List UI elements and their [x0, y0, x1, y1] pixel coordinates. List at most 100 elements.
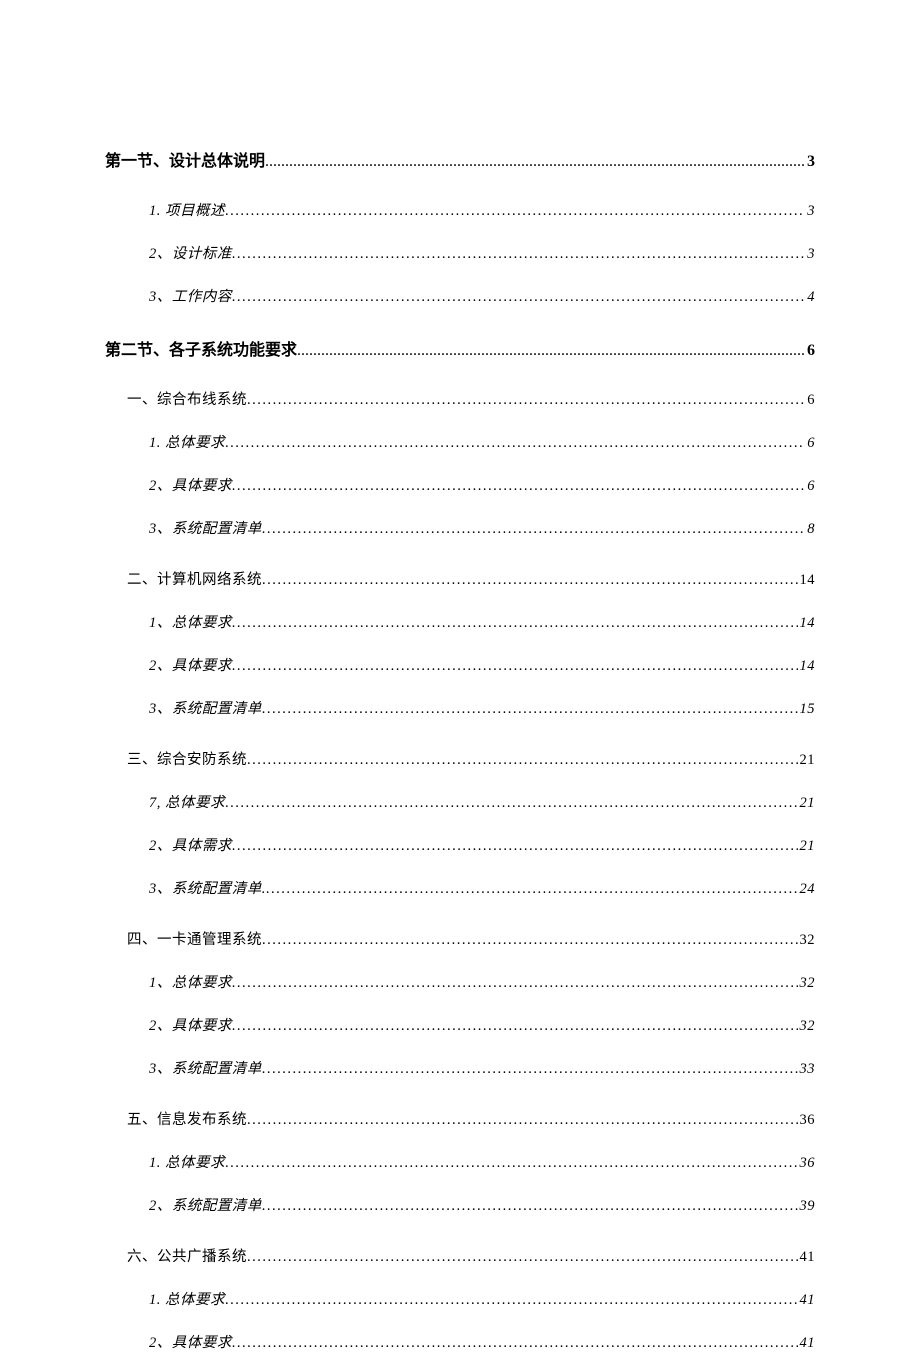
toc-dot-leader	[232, 975, 798, 992]
toc-dot-leader	[247, 752, 798, 769]
toc-entry-page: 3	[805, 153, 815, 171]
toc-entry-label: 3、工作内容	[149, 285, 232, 306]
toc-dot-leader	[232, 246, 806, 263]
toc-entry: 五、信息发布系统 36	[105, 1108, 815, 1129]
toc-dot-leader	[247, 1249, 798, 1266]
toc-entry-label: 2、具体要求	[149, 654, 232, 675]
toc-dot-leader	[262, 932, 798, 949]
toc-entry-label: 2、具体要求	[149, 1331, 232, 1352]
toc-entry-page: 21	[798, 838, 816, 855]
toc-entry-page: 32	[798, 1018, 816, 1035]
toc-entry-page: 3	[805, 203, 815, 220]
toc-entry-page: 32	[798, 975, 816, 992]
toc-entry-label: 7, 总体要求	[149, 791, 225, 812]
toc-entry-label: 2、系统配置清单	[149, 1194, 262, 1215]
toc-entry-label: 1、总体要求	[149, 611, 232, 632]
toc-dot-leader	[232, 1018, 798, 1035]
toc-entry-page: 36	[798, 1155, 816, 1172]
toc-entry-page: 6	[805, 392, 815, 409]
toc-entry: 一、综合布线系统 6	[105, 388, 815, 409]
toc-dot-leader	[247, 1112, 798, 1129]
toc-entry-page: 21	[798, 795, 816, 812]
toc-entry: 2、具体需求 21	[105, 834, 815, 855]
toc-entry-page: 39	[798, 1198, 816, 1215]
toc-entry-label: 2、设计标准	[149, 242, 232, 263]
toc-dot-leader	[232, 1335, 798, 1352]
toc-entry: 1. 项目概述 3	[105, 199, 815, 220]
toc-entry: 二、计算机网络系统 14	[105, 568, 815, 589]
toc-entry-label: 1. 总体要求	[149, 1151, 225, 1172]
toc-dot-leader	[232, 478, 806, 495]
toc-entry: 3、系统配置清单. 24	[105, 877, 815, 898]
toc-entry-page: 24	[798, 881, 816, 898]
toc-entry-page: 6	[805, 435, 815, 452]
toc-entry-label: 2、具体需求	[149, 834, 232, 855]
toc-entry-label: 1、总体要求	[149, 971, 232, 992]
toc-dot-leader	[225, 795, 798, 812]
toc-entry: 1、总体要求 32	[105, 971, 815, 992]
toc-entry-page: 4	[805, 289, 815, 306]
toc-entry-label: 3、系统配置清单	[149, 697, 262, 718]
toc-entry-page: 14	[798, 615, 816, 632]
toc-entry-label: 第一节、设计总体说明	[105, 147, 265, 171]
toc-entry-page: 15	[798, 701, 816, 718]
toc-entry-label: 3、系统配置清单	[149, 517, 262, 538]
toc-dot-leader	[262, 572, 798, 589]
toc-entry: 3、系统配置清单 8	[105, 517, 815, 538]
toc-entry-label: 3、系统配置清单.	[149, 877, 266, 898]
toc-entry: 三、综合安防系统 21	[105, 748, 815, 769]
toc-entry-label: 1. 项目概述	[149, 199, 225, 220]
toc-dot-leader	[247, 392, 805, 409]
toc-entry-page: 6	[805, 342, 815, 360]
toc-entry: 1. 总体要求41	[105, 1288, 815, 1309]
toc-entry: 2、设计标准 3	[105, 242, 815, 263]
toc-entry: 1. 总体要求 36	[105, 1151, 815, 1172]
toc-entry-page: 36	[798, 1112, 816, 1129]
toc-entry: 1、总体要求 14	[105, 611, 815, 632]
toc-dot-leader	[225, 203, 805, 220]
toc-dot-leader	[232, 838, 798, 855]
toc-entry-label: 一、综合布线系统	[127, 388, 247, 409]
toc-entry-page: 8	[805, 521, 815, 538]
toc-entry-label: 3、系统配置清单	[149, 1057, 262, 1078]
toc-entry: 1. 总体要求 6	[105, 431, 815, 452]
toc-entry-label: 1. 总体要求	[149, 1288, 225, 1309]
toc-page: { "toc": [ { "level": 1, "label": "第一节、设…	[0, 0, 920, 1301]
toc-entry-page: 41	[798, 1249, 816, 1266]
toc-entry-label: 四、一卡通管理系统	[127, 928, 262, 949]
toc-dot-leader	[232, 658, 798, 675]
toc-entry: 四、一卡通管理系统 32	[105, 928, 815, 949]
toc-entry: 六、公共广播系统 41	[105, 1245, 815, 1266]
toc-entry-page: 33	[798, 1061, 816, 1078]
toc-dot-leader	[232, 615, 798, 632]
toc-dot-leader	[262, 521, 806, 538]
toc-entry: 2、具体要求32	[105, 1014, 815, 1035]
toc-entry: 第二节、各子系统功能要求 6	[105, 336, 815, 360]
toc-entry-label: 六、公共广播系统	[127, 1245, 247, 1266]
toc-entry: 2、具体要求6	[105, 474, 815, 495]
toc-entry-page: 32	[798, 932, 816, 949]
toc-entry: 第一节、设计总体说明 3	[105, 147, 815, 171]
toc-entry: 3、系统配置清单 15	[105, 697, 815, 718]
toc-entry-label: 五、信息发布系统	[127, 1108, 247, 1129]
toc-entry: 3、系统配置清单 33	[105, 1057, 815, 1078]
toc-entry: 3、工作内容 4	[105, 285, 815, 306]
toc-dot-leader	[225, 1155, 798, 1172]
toc-dot-leader	[266, 881, 798, 898]
toc-entry-label: 第二节、各子系统功能要求	[105, 336, 297, 360]
toc-entry-label: 2、具体要求	[149, 474, 232, 495]
toc-entry-page: 14	[798, 572, 816, 589]
table-of-contents: 第一节、设计总体说明 3 1. 项目概述 3 2、设计标准 3 3、工作内容 4 第二节、各子系…	[105, 147, 815, 1352]
toc-dot-leader	[262, 701, 798, 718]
toc-dot-leader	[232, 289, 806, 306]
toc-entry-label: 1. 总体要求	[149, 431, 225, 452]
toc-entry: 2、系统配置清单 39	[105, 1194, 815, 1215]
toc-entry-page: 14	[798, 658, 816, 675]
toc-dot-leader	[262, 1061, 798, 1078]
toc-entry-label: 三、综合安防系统	[127, 748, 247, 769]
toc-entry-label: 二、计算机网络系统	[127, 568, 262, 589]
toc-dot-leader	[262, 1198, 798, 1215]
toc-entry-page: 41	[798, 1335, 816, 1352]
toc-entry-page: 3	[805, 246, 815, 263]
toc-entry-page: 21	[798, 752, 816, 769]
